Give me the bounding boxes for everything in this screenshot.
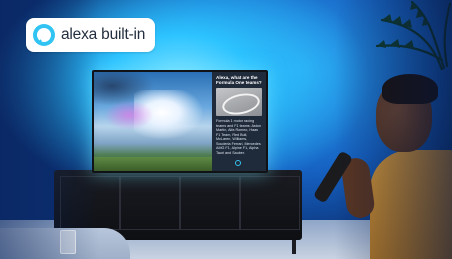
cabinet-door (120, 176, 180, 230)
glass (60, 230, 76, 254)
palm-plant (375, 0, 452, 70)
cabinet-leg (292, 240, 296, 254)
alexa-answer: Formula 1 motor racing teams and F1 team… (216, 119, 261, 155)
cabinet-door (180, 176, 240, 230)
alexa-answer-panel: Alexa, what are the Formula One teams? F… (212, 72, 266, 171)
alexa-listening-ring-icon (235, 160, 241, 166)
alexa-question: Alexa, what are the Formula One teams? (216, 75, 262, 86)
race-track-thumbnail (216, 88, 262, 117)
cabinet-door (240, 176, 300, 230)
television: Alexa, what are the Formula One teams? F… (92, 70, 268, 173)
person-shirt (370, 150, 452, 259)
person-hair (382, 74, 438, 104)
cabinet-door (60, 176, 120, 230)
badge-label: alexa built-in (61, 26, 146, 43)
alexa-built-in-badge: alexa built-in (26, 18, 155, 52)
alexa-logo-icon (33, 24, 55, 46)
tv-landscape-image (94, 72, 212, 171)
